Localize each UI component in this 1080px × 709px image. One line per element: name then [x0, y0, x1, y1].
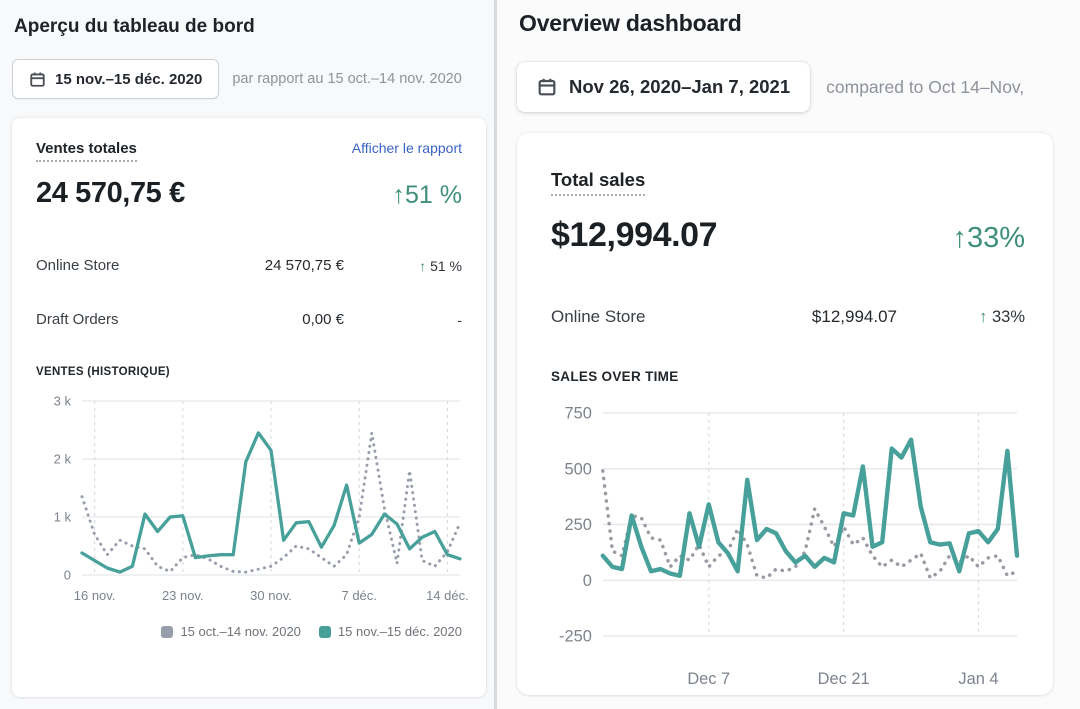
panel-english-dashboard: Overview dashboard Nov 26, 2020–Jan 7, 2… [497, 0, 1080, 709]
metric-title[interactable]: Total sales [551, 169, 645, 196]
legend-item-current-period: 15 nov.–15 déc. 2020 [319, 624, 462, 639]
date-filter-row: 15 nov.–15 déc. 2020 par rapport au 15 o… [12, 59, 494, 99]
calendar-icon [29, 71, 46, 88]
comparison-period-label: par rapport au 15 oct.–14 nov. 2020 [232, 71, 461, 87]
date-range-label: 15 nov.–15 déc. 2020 [55, 71, 202, 88]
svg-text:0: 0 [64, 568, 71, 583]
svg-text:23 nov.: 23 nov. [162, 588, 204, 603]
svg-text:750: 750 [564, 405, 591, 423]
up-arrow-icon: ↑ [419, 258, 426, 274]
sales-over-time-chart: -250 0 250 500 750 Dec 7 Dec 21 Jan 4 [551, 397, 1025, 695]
legend-label: 15 nov.–15 déc. 2020 [338, 624, 462, 639]
trend-badge: ↑51 % [393, 181, 462, 210]
trend-badge: ↑33% [952, 222, 1025, 255]
total-sales-card: Ventes totales Afficher le rapport 24 57… [12, 118, 486, 697]
svg-text:14 déc.: 14 déc. [426, 588, 469, 603]
date-range-button[interactable]: 15 nov.–15 déc. 2020 [12, 59, 219, 99]
up-arrow-icon: ↑ [979, 308, 987, 326]
channel-label: Online Store [551, 307, 717, 327]
legend-item-previous-period: 15 oct.–14 nov. 2020 [161, 624, 300, 639]
channel-label: Draft Orders [36, 311, 184, 328]
page-title: Overview dashboard [519, 10, 1080, 37]
svg-text:1 k: 1 k [54, 510, 72, 525]
trend-value: 33% [967, 222, 1025, 254]
date-range-button[interactable]: Nov 26, 2020–Jan 7, 2021 [517, 62, 810, 112]
svg-text:16 nov.: 16 nov. [74, 588, 116, 603]
calendar-icon [537, 77, 557, 97]
channel-value: 24 570,75 € [184, 257, 344, 274]
svg-text:Dec 7: Dec 7 [687, 670, 730, 688]
channel-value: $12,994.07 [717, 307, 897, 327]
date-range-label: Nov 26, 2020–Jan 7, 2021 [569, 76, 790, 98]
metric-title[interactable]: Ventes totales [36, 140, 137, 162]
channel-delta: ↑ 33% [897, 308, 1025, 327]
svg-text:3 k: 3 k [54, 394, 72, 409]
total-sales-card: Total sales $12,994.07 ↑33% Online Store… [517, 133, 1053, 695]
delta-value: 33% [992, 308, 1025, 326]
legend-swatch-teal [319, 626, 331, 638]
channel-label: Online Store [36, 257, 184, 274]
comparison-period-label: compared to Oct 14–Nov, [826, 77, 1024, 98]
chart-section-title: SALES OVER TIME [551, 369, 1025, 384]
svg-text:Dec 21: Dec 21 [818, 670, 870, 688]
chart-section-title: VENTES (HISTORIQUE) [36, 366, 462, 378]
total-sales-value: 24 570,75 € [36, 177, 185, 210]
trend-up-arrow-icon: ↑ [952, 222, 967, 254]
svg-text:0: 0 [583, 572, 592, 590]
svg-text:Jan 4: Jan 4 [958, 670, 998, 688]
svg-text:250: 250 [564, 516, 591, 534]
page-title: Aperçu du tableau de bord [14, 16, 494, 38]
trend-value: 51 % [405, 181, 462, 209]
total-sales-value: $12,994.07 [551, 216, 717, 255]
svg-text:7 déc.: 7 déc. [341, 588, 376, 603]
svg-text:30 nov.: 30 nov. [250, 588, 292, 603]
channel-value: 0,00 € [184, 311, 344, 328]
svg-text:2 k: 2 k [54, 452, 72, 467]
delta-value: 51 % [430, 258, 462, 274]
screen: Aperçu du tableau de bord 15 nov.–15 déc… [0, 0, 1080, 709]
trend-up-arrow-icon: ↑ [393, 181, 406, 209]
channel-row-online-store: Online Store 24 570,75 € ↑ 51 % [36, 257, 462, 274]
chart-legend: 15 oct.–14 nov. 2020 15 nov.–15 déc. 202… [36, 624, 462, 639]
panel-french-dashboard: Aperçu du tableau de bord 15 nov.–15 déc… [0, 0, 494, 709]
svg-text:-250: -250 [559, 628, 592, 646]
channel-delta: - [344, 312, 462, 328]
sales-history-chart: 01 k2 k3 k16 nov.23 nov.30 nov.7 déc.14 … [36, 391, 462, 607]
channel-row-online-store: Online Store $12,994.07 ↑ 33% [551, 307, 1025, 327]
channel-row-draft-orders: Draft Orders 0,00 € - [36, 311, 462, 328]
channel-delta: ↑ 51 % [344, 258, 462, 274]
legend-swatch-gray [161, 626, 173, 638]
date-filter-row: Nov 26, 2020–Jan 7, 2021 compared to Oct… [517, 62, 1080, 112]
view-report-link[interactable]: Afficher le rapport [352, 140, 462, 156]
legend-label: 15 oct.–14 nov. 2020 [180, 624, 300, 639]
svg-text:500: 500 [564, 460, 591, 478]
